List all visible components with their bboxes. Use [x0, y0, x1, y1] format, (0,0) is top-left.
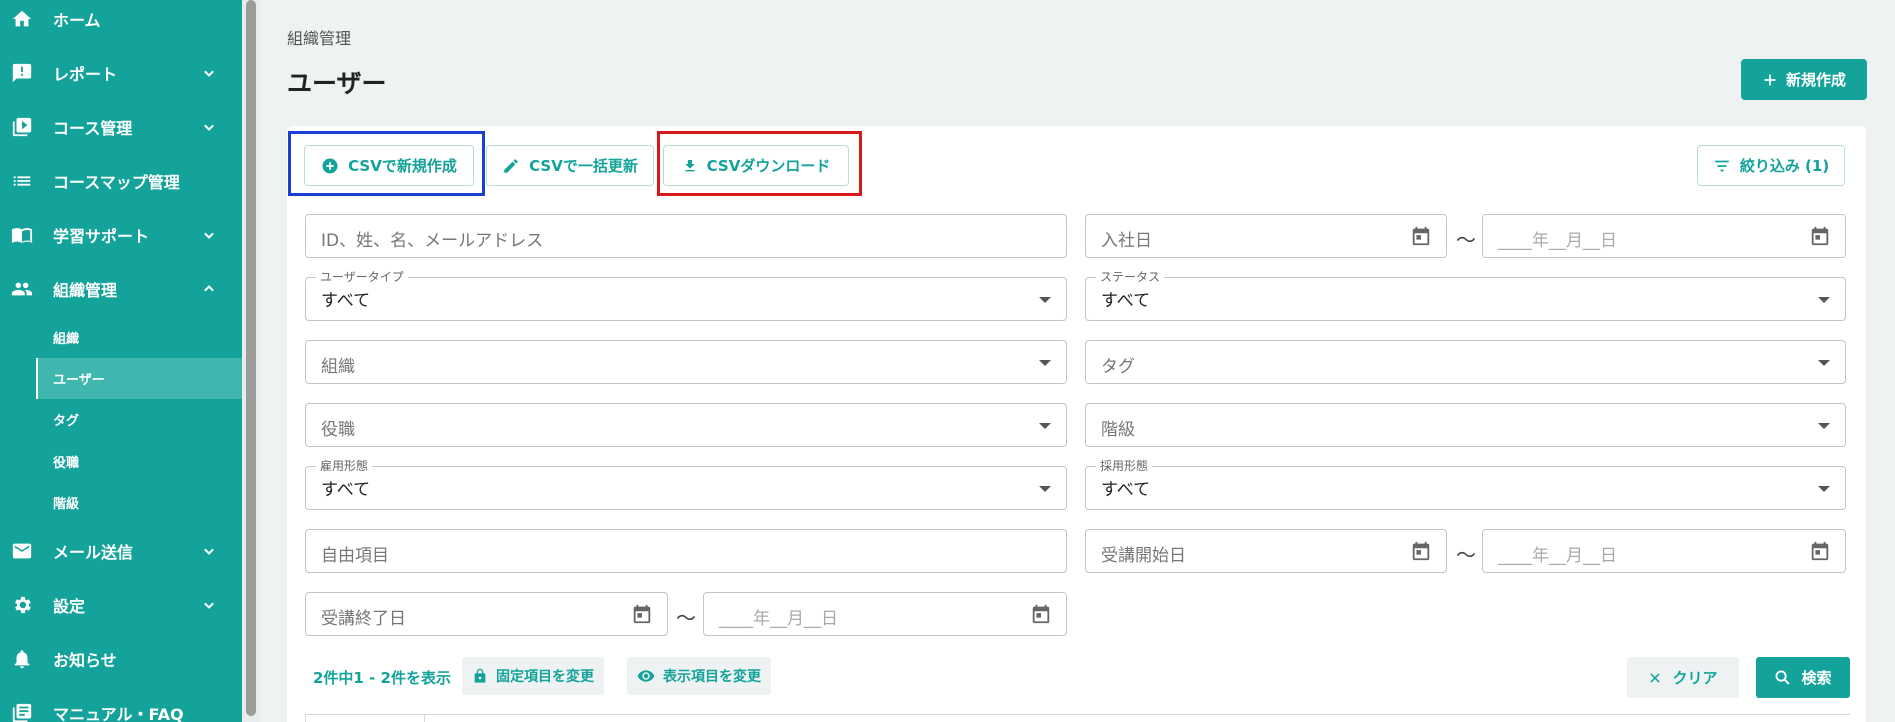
sidebar-item-mail[interactable]: メール送信: [0, 524, 242, 578]
results-table: [305, 714, 1850, 722]
bell-icon: [10, 647, 34, 671]
page-title: ユーザー: [287, 69, 387, 98]
keyword-search-input[interactable]: ID、姓、名、メールアドレス: [305, 214, 1067, 258]
chevron-down-icon: [204, 124, 214, 131]
sidebar-item-course[interactable]: コース管理: [0, 100, 242, 154]
range-separator: ～: [676, 606, 696, 630]
course-start-date-to-input[interactable]: ____年__月__日: [1482, 529, 1846, 573]
plus-icon: [1764, 74, 1776, 85]
filter-button[interactable]: 絞り込み (1): [1697, 145, 1845, 186]
sidebar-item-home[interactable]: ホーム: [0, 0, 242, 46]
course-end-date-from-input[interactable]: 受講終了日: [305, 592, 668, 636]
csv-bulk-update-button[interactable]: CSVで一括更新: [486, 145, 654, 186]
tag-select[interactable]: タグ: [1085, 340, 1846, 384]
sidebar-subitem-users[interactable]: ユーザー: [36, 358, 242, 399]
list-icon: [10, 169, 34, 193]
csv-create-button[interactable]: CSVで新規作成: [304, 145, 474, 186]
manual-icon: [10, 701, 34, 722]
dropdown-arrow-icon: [1818, 486, 1830, 492]
sidebar-subitem-organization[interactable]: 組織: [36, 317, 242, 358]
add-circle-icon: [322, 158, 338, 173]
course-play-icon: [10, 115, 34, 139]
sidebar-item-learning-support[interactable]: 学習サポート: [0, 208, 242, 262]
pencil-icon: [504, 158, 518, 173]
dropdown-arrow-icon: [1039, 486, 1051, 492]
result-count: 2件中1 - 2件を表示: [313, 669, 451, 687]
employment-type-select[interactable]: 雇用形態 すべて: [305, 459, 1067, 510]
gear-icon: [10, 593, 34, 617]
breadcrumb: 組織管理: [287, 29, 352, 48]
course-end-date-to-input[interactable]: ____年__月__日: [703, 592, 1067, 636]
dropdown-arrow-icon: [1039, 423, 1051, 429]
course-start-date-from-input[interactable]: 受講開始日: [1085, 529, 1447, 573]
close-icon: [1650, 672, 1661, 683]
position-select[interactable]: 役職: [305, 403, 1067, 447]
search-icon: [1776, 670, 1791, 685]
change-fixed-columns-button[interactable]: 固定項目を変更: [462, 657, 604, 695]
hire-date-from-input[interactable]: 入社日: [1085, 214, 1447, 258]
hire-date-to-input[interactable]: ____年__月__日: [1482, 214, 1846, 258]
chevron-down-icon: [204, 70, 214, 77]
filter-icon: [1715, 160, 1729, 171]
chevron-down-icon: [204, 548, 214, 555]
mail-icon: [10, 539, 34, 563]
sidebar-item-coursemap[interactable]: コースマップ管理: [0, 154, 242, 208]
organization-select[interactable]: 組織: [305, 340, 1067, 384]
sidebar: ホーム レポート コース管理 コースマップ管理 学習サポート 組織管理 組織 ユ…: [0, 0, 242, 722]
calendar-icon[interactable]: [1410, 225, 1432, 247]
user-type-select[interactable]: ユーザータイプ すべて: [305, 270, 1067, 321]
rank-select[interactable]: 階級: [1085, 403, 1846, 447]
sidebar-subitem-ranks[interactable]: 階級: [36, 482, 242, 523]
free-field-input[interactable]: 自由項目: [305, 529, 1067, 573]
calendar-icon[interactable]: [1030, 603, 1052, 625]
sidebar-item-settings[interactable]: 設定: [0, 578, 242, 632]
range-separator: ～: [1456, 543, 1476, 567]
table-column-divider: [424, 715, 425, 722]
recruitment-type-select[interactable]: 採用形態 すべて: [1085, 459, 1846, 510]
range-separator: ～: [1456, 228, 1476, 252]
sidebar-subitem-tags[interactable]: タグ: [36, 399, 242, 440]
clear-button[interactable]: クリア: [1627, 657, 1739, 698]
calendar-icon[interactable]: [1809, 540, 1831, 562]
search-button[interactable]: 検索: [1756, 657, 1850, 698]
sidebar-item-organization[interactable]: 組織管理: [0, 262, 242, 316]
dropdown-arrow-icon: [1818, 360, 1830, 366]
download-icon: [684, 159, 695, 171]
sidebar-item-notice[interactable]: お知らせ: [0, 632, 242, 686]
chevron-down-icon: [204, 232, 214, 239]
eye-icon: [637, 670, 655, 682]
change-display-columns-button[interactable]: 表示項目を変更: [627, 657, 771, 695]
book-icon: [10, 223, 34, 247]
new-create-button[interactable]: 新規作成: [1741, 59, 1867, 100]
calendar-icon[interactable]: [1809, 225, 1831, 247]
sidebar-scrollbar-thumb[interactable]: [246, 0, 256, 716]
dropdown-arrow-icon: [1039, 360, 1051, 366]
sidebar-item-report[interactable]: レポート: [0, 46, 242, 100]
chevron-down-icon: [204, 602, 214, 609]
dropdown-arrow-icon: [1039, 297, 1051, 303]
chevron-up-icon: [204, 285, 214, 292]
sidebar-item-manual[interactable]: マニュアル・FAQ: [0, 686, 242, 722]
dropdown-arrow-icon: [1818, 297, 1830, 303]
calendar-icon[interactable]: [1410, 540, 1432, 562]
csv-download-button[interactable]: CSVダウンロード: [663, 145, 849, 186]
sidebar-subitem-positions[interactable]: 役職: [36, 441, 242, 482]
people-icon: [10, 277, 34, 301]
report-icon: [10, 61, 34, 85]
home-icon: [10, 7, 34, 31]
status-select[interactable]: ステータス すべて: [1085, 270, 1846, 321]
dropdown-arrow-icon: [1818, 423, 1830, 429]
lock-icon: [474, 668, 486, 683]
calendar-icon[interactable]: [631, 603, 653, 625]
